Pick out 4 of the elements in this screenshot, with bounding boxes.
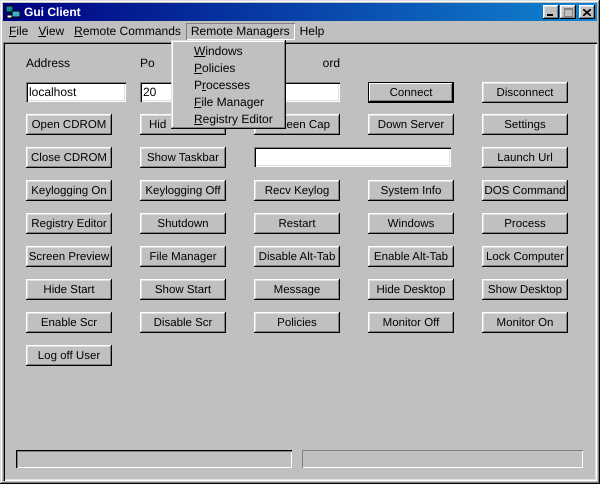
port-label: Po [140,56,155,70]
password-label: ord [322,56,340,70]
window-title: Gui Client [24,5,82,19]
address-label: Address [26,56,70,70]
